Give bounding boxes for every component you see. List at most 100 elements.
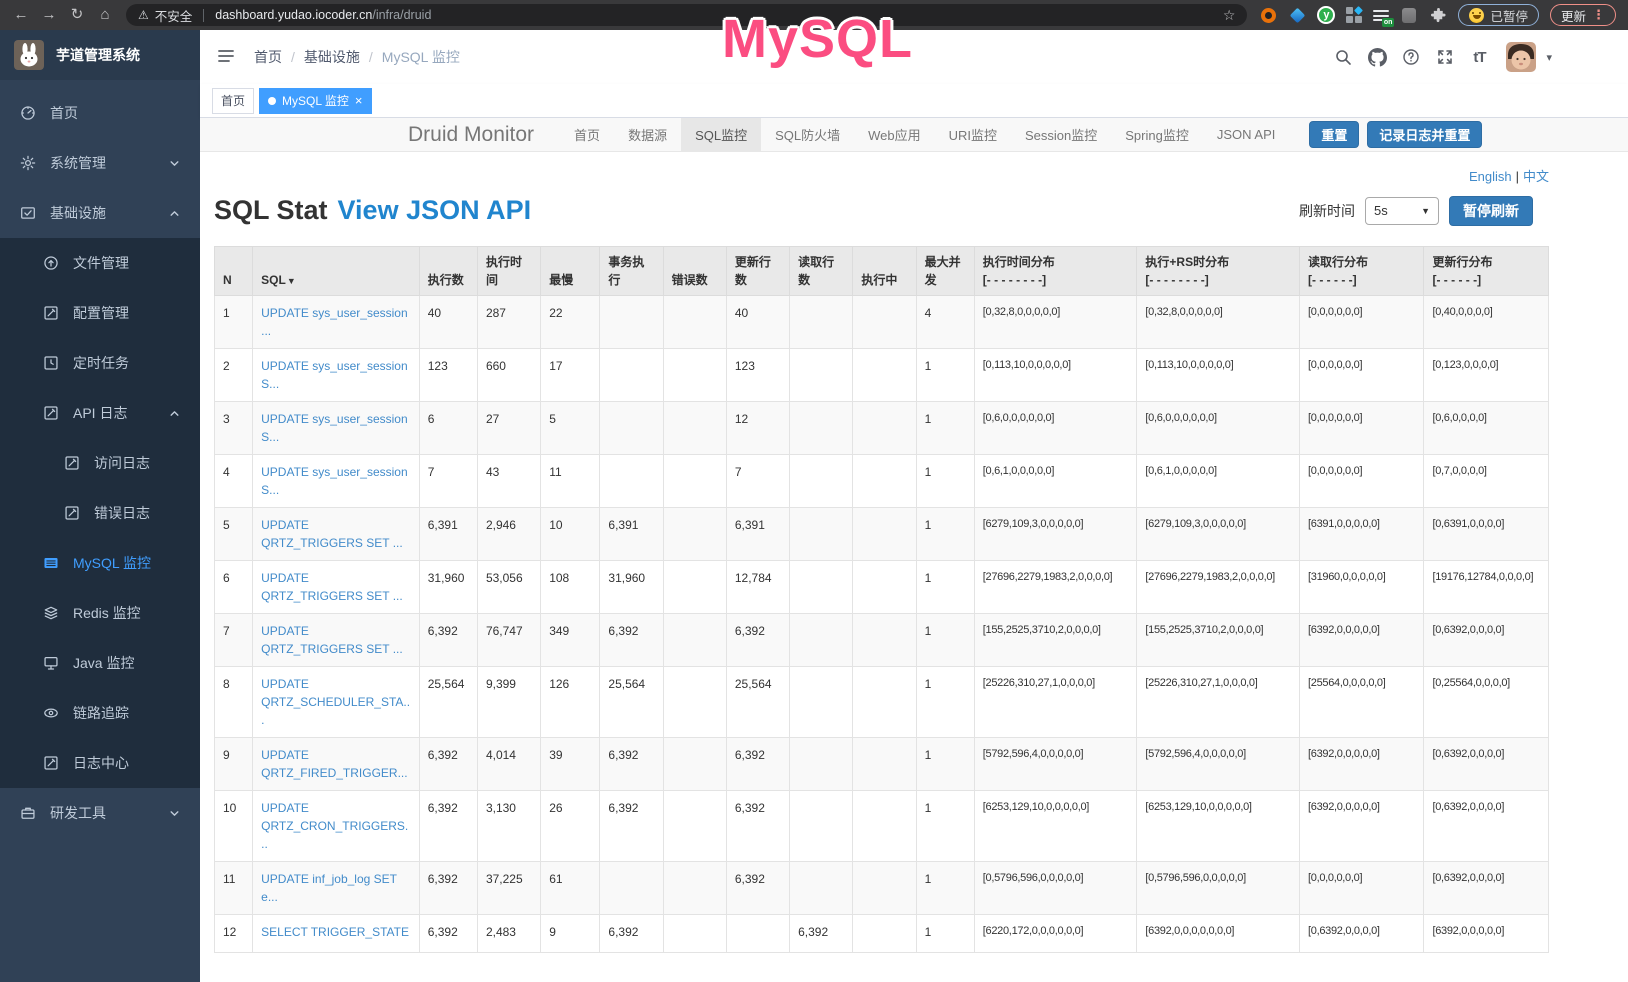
- sql-link[interactable]: UPDATE QRTZ_TRIGGERS SET ...: [261, 518, 403, 550]
- home-icon[interactable]: ⌂: [92, 0, 118, 30]
- back-icon[interactable]: ←: [8, 0, 34, 30]
- help-icon[interactable]: [1396, 41, 1426, 73]
- sql-link[interactable]: UPDATE QRTZ_CRON_TRIGGERS...: [261, 801, 408, 851]
- sidebar-item-13[interactable]: 日志中心: [0, 738, 200, 788]
- view-json-api-link[interactable]: View JSON API: [338, 195, 532, 226]
- cell: [5792,596,4,0,0,0,0,0]: [974, 738, 1137, 791]
- refresh-interval-select[interactable]: 5s ▼: [1365, 197, 1439, 225]
- chrome-update-button[interactable]: 更新 ⋮: [1550, 4, 1616, 26]
- cell: [6279,109,3,0,0,0,0,0]: [974, 508, 1137, 561]
- sidebar-item-12[interactable]: 链路追踪: [0, 688, 200, 738]
- col-header-5: 事务执行: [600, 247, 663, 296]
- forward-icon[interactable]: →: [36, 0, 62, 30]
- sql-link[interactable]: UPDATE QRTZ_TRIGGERS SET ...: [261, 624, 403, 656]
- fullscreen-icon[interactable]: [1430, 41, 1460, 73]
- druid-nav-item-8[interactable]: JSON API: [1203, 118, 1290, 151]
- pause-refresh-button[interactable]: 暂停刷新: [1449, 196, 1533, 226]
- extension-green-y-icon[interactable]: y: [1317, 6, 1335, 24]
- tab-1[interactable]: MySQL 监控 ×: [259, 88, 372, 114]
- log-and-reset-button[interactable]: 记录日志并重置: [1367, 121, 1482, 148]
- user-avatar[interactable]: [1506, 42, 1536, 72]
- cell: 1: [916, 862, 974, 915]
- tab-0[interactable]: 首页: [212, 88, 254, 114]
- sidebar-item-3[interactable]: 文件管理: [0, 238, 200, 288]
- caret-down-icon[interactable]: ▾: [1546, 51, 1552, 64]
- sidebar-item-14[interactable]: 研发工具: [0, 788, 200, 838]
- cell: 1: [916, 915, 974, 953]
- reset-button[interactable]: 重置: [1309, 121, 1359, 148]
- font-size-icon[interactable]: tT: [1464, 41, 1494, 73]
- tab-label: MySQL 监控: [282, 92, 349, 109]
- sidebar-item-label: Java 监控: [73, 653, 134, 673]
- cell: [0,32,8,0,0,0,0,0]: [1137, 296, 1300, 349]
- trace-eye-icon: [43, 705, 59, 721]
- url-bar[interactable]: ⚠ 不安全 dashboard.yudao.iocoder.cn/infra/d…: [126, 4, 1247, 26]
- druid-nav-item-0[interactable]: 首页: [560, 118, 614, 151]
- sql-link[interactable]: UPDATE inf_job_log SET e...: [261, 872, 397, 904]
- druid-brand[interactable]: Druid Monitor: [408, 123, 534, 147]
- breadcrumb-item-0[interactable]: 首页: [254, 47, 282, 67]
- reload-icon[interactable]: ↻: [64, 0, 90, 30]
- druid-nav-item-7[interactable]: Spring监控: [1111, 118, 1203, 151]
- api-log-icon: [43, 405, 59, 421]
- github-icon[interactable]: [1362, 41, 1392, 73]
- extension-blocks-icon[interactable]: [1346, 7, 1362, 23]
- paused-extension-badge[interactable]: 已暂停: [1458, 4, 1539, 26]
- cell: 6,391: [600, 508, 663, 561]
- extensions-puzzle-icon[interactable]: [1429, 6, 1447, 24]
- sidebar-item-0[interactable]: 首页: [0, 88, 200, 138]
- app-logo-row[interactable]: 芋道管理系统: [0, 30, 200, 80]
- sql-link[interactable]: UPDATE QRTZ_SCHEDULER_STA...: [261, 677, 410, 727]
- cell: 76,747: [477, 614, 540, 667]
- sql-link[interactable]: SELECT TRIGGER_STATE: [261, 925, 409, 939]
- druid-nav-item-6[interactable]: Session监控: [1011, 118, 1111, 151]
- sidebar-item-7[interactable]: 访问日志: [0, 438, 200, 488]
- search-icon[interactable]: [1328, 41, 1358, 73]
- menu-dots-icon[interactable]: ⋮: [1592, 7, 1605, 23]
- sidebar-item-5[interactable]: 定时任务: [0, 338, 200, 388]
- cell: 12,784: [726, 561, 789, 614]
- extension-orange-icon[interactable]: [1261, 8, 1276, 23]
- sidebar-item-label: 访问日志: [94, 453, 150, 473]
- extension-list-on-icon[interactable]: on: [1373, 8, 1389, 23]
- extension-gray-icon[interactable]: [1402, 8, 1416, 23]
- sql-link[interactable]: UPDATE sys_user_session S...: [261, 465, 408, 497]
- sql-link[interactable]: UPDATE QRTZ_FIRED_TRIGGER...: [261, 748, 407, 780]
- extension-diamond-icon[interactable]: [1290, 7, 1306, 23]
- cell: 40: [726, 296, 789, 349]
- col-header-label: 执行中: [861, 271, 907, 289]
- sidebar-item-4[interactable]: 配置管理: [0, 288, 200, 338]
- hamburger-icon[interactable]: [216, 46, 238, 68]
- druid-nav-item-3[interactable]: SQL防火墙: [761, 118, 854, 151]
- tab-close-icon[interactable]: ×: [355, 93, 363, 108]
- sidebar-item-8[interactable]: 错误日志: [0, 488, 200, 538]
- sort-desc-icon: ▼: [287, 276, 296, 286]
- cell: [25564,0,0,0,0,0]: [1300, 667, 1424, 738]
- sql-link[interactable]: UPDATE sys_user_session S...: [261, 412, 408, 444]
- sql-link[interactable]: UPDATE sys_user_session ...: [261, 306, 408, 338]
- sidebar-item-6[interactable]: API 日志: [0, 388, 200, 438]
- sidebar-item-11[interactable]: Java 监控: [0, 638, 200, 688]
- druid-nav-item-5[interactable]: URI监控: [935, 118, 1011, 151]
- cell: [853, 402, 916, 455]
- bookmark-star-icon[interactable]: ☆: [1223, 7, 1236, 24]
- col-header-1[interactable]: SQL▼: [253, 247, 420, 296]
- breadcrumb-item-1[interactable]: 基础设施: [304, 47, 360, 67]
- cell-sql: UPDATE sys_user_session S...: [253, 402, 420, 455]
- druid-nav-item-4[interactable]: Web应用: [854, 118, 935, 151]
- cell: 4: [215, 455, 253, 508]
- druid-nav-item-2[interactable]: SQL监控: [681, 118, 761, 151]
- lang-chinese-link[interactable]: 中文: [1523, 169, 1549, 184]
- sql-link[interactable]: UPDATE QRTZ_TRIGGERS SET ...: [261, 571, 403, 603]
- sql-link[interactable]: UPDATE sys_user_session S...: [261, 359, 408, 391]
- sidebar-item-10[interactable]: Redis 监控: [0, 588, 200, 638]
- cell: 6: [215, 561, 253, 614]
- cell: [6392,0,0,0,0,0]: [1300, 614, 1424, 667]
- lang-english-link[interactable]: English: [1469, 169, 1512, 184]
- cell: 40: [419, 296, 477, 349]
- cell: [790, 791, 853, 862]
- sidebar-item-1[interactable]: 系统管理: [0, 138, 200, 188]
- druid-nav-item-1[interactable]: 数据源: [614, 118, 681, 151]
- sidebar-item-2[interactable]: 基础设施: [0, 188, 200, 238]
- sidebar-item-9[interactable]: MySQL 监控: [0, 538, 200, 588]
